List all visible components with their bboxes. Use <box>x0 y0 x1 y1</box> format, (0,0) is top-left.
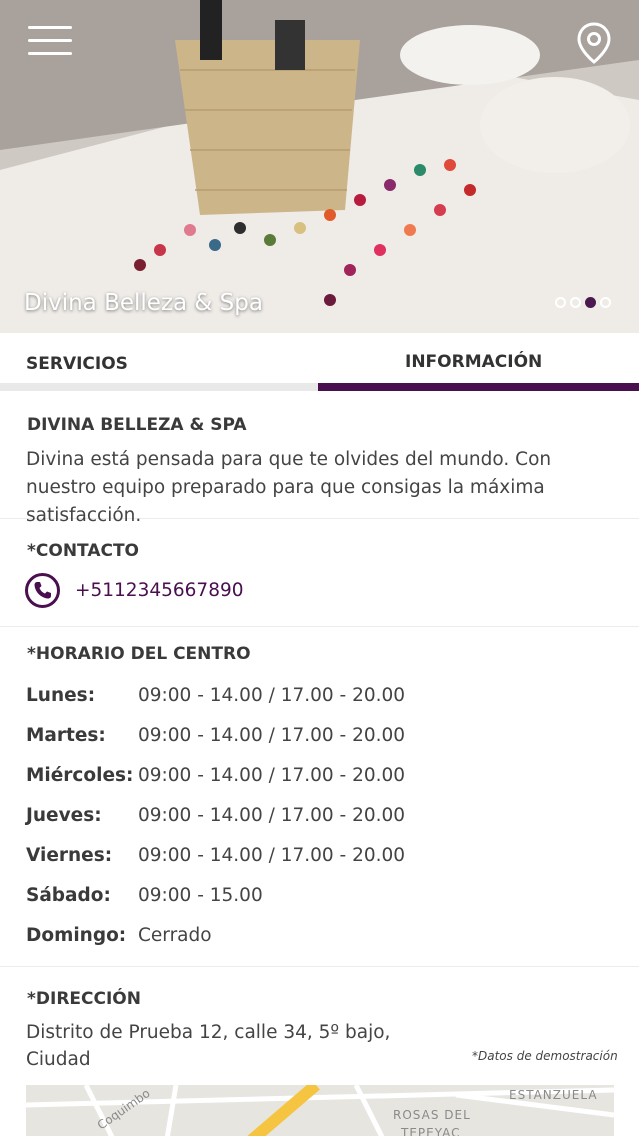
hours-day: Lunes: <box>26 685 96 706</box>
carousel-dot-active[interactable] <box>585 297 596 308</box>
tab-informacion[interactable]: INFORMACIÓN <box>318 333 639 391</box>
phone-icon[interactable] <box>25 573 60 608</box>
menu-icon[interactable] <box>28 26 72 56</box>
demo-data-note: *Datos de demostración <box>472 1049 618 1063</box>
tab-bar: SERVICIOS INFORMACIÓN <box>0 333 639 391</box>
hours-time: 09:00 - 14.00 / 17.00 - 20.00 <box>138 845 406 866</box>
hours-day: Domingo: <box>26 925 127 946</box>
hours-time: 09:00 - 14.00 / 17.00 - 20.00 <box>138 685 406 706</box>
hero-photo <box>0 0 639 333</box>
hours-time: 09:00 - 15.00 <box>138 885 263 906</box>
hours-day: Miércoles: <box>26 765 134 786</box>
tab-indicator-inactive <box>0 383 318 391</box>
tab-servicios[interactable]: SERVICIOS <box>0 333 318 391</box>
tab-servicios-label: SERVICIOS <box>26 354 128 374</box>
hours-title: *HORARIO DEL CENTRO <box>27 644 251 664</box>
about-description: Divina está pensada para que te olvides … <box>26 449 552 526</box>
map-label: TEPEYAC <box>400 1126 461 1136</box>
about-title: DIVINA BELLEZA & SPA <box>27 415 247 435</box>
tab-indicator-active <box>318 383 639 391</box>
carousel-indicators[interactable] <box>555 297 611 308</box>
carousel-dot[interactable] <box>570 297 581 308</box>
map-view[interactable]: Coquimbo ESTANZUELA ROSAS DEL TEPEYAC <box>26 1085 614 1136</box>
carousel-dot[interactable] <box>600 297 611 308</box>
address-title: *DIRECCIÓN <box>27 989 141 1009</box>
address-text: Distrito de Prueba 12, calle 34, 5º bajo… <box>26 1022 391 1070</box>
about-section: DIVINA BELLEZA & SPA Divina está pensada… <box>0 391 639 526</box>
phone-number-link[interactable]: +5112345667890 <box>75 580 244 601</box>
hours-section: *HORARIO DEL CENTRO Lunes: 09:00 - 14.00… <box>0 627 639 967</box>
carousel-dot[interactable] <box>555 297 566 308</box>
hours-day: Jueves: <box>26 805 102 826</box>
map-label: ROSAS DEL <box>393 1108 471 1122</box>
map-label: ESTANZUELA <box>509 1088 598 1102</box>
contact-section: *CONTACTO +5112345667890 <box>0 519 639 627</box>
tab-informacion-label: INFORMACIÓN <box>405 352 543 372</box>
hours-day: Viernes: <box>26 845 113 866</box>
address-section: *DIRECCIÓN Distrito de Prueba 12, calle … <box>0 967 639 1136</box>
hours-time: 09:00 - 14.00 / 17.00 - 20.00 <box>138 725 406 746</box>
hours-time: 09:00 - 14.00 / 17.00 - 20.00 <box>138 765 406 786</box>
hero-title: Divina Belleza & Spa <box>24 290 263 316</box>
hours-time: Cerrado <box>138 925 212 946</box>
hero-banner[interactable]: Divina Belleza & Spa <box>0 0 639 333</box>
location-pin-icon[interactable] <box>576 22 612 64</box>
hours-day: Sábado: <box>26 885 111 906</box>
hours-day: Martes: <box>26 725 106 746</box>
hours-time: 09:00 - 14.00 / 17.00 - 20.00 <box>138 805 406 826</box>
contact-title: *CONTACTO <box>27 541 140 561</box>
